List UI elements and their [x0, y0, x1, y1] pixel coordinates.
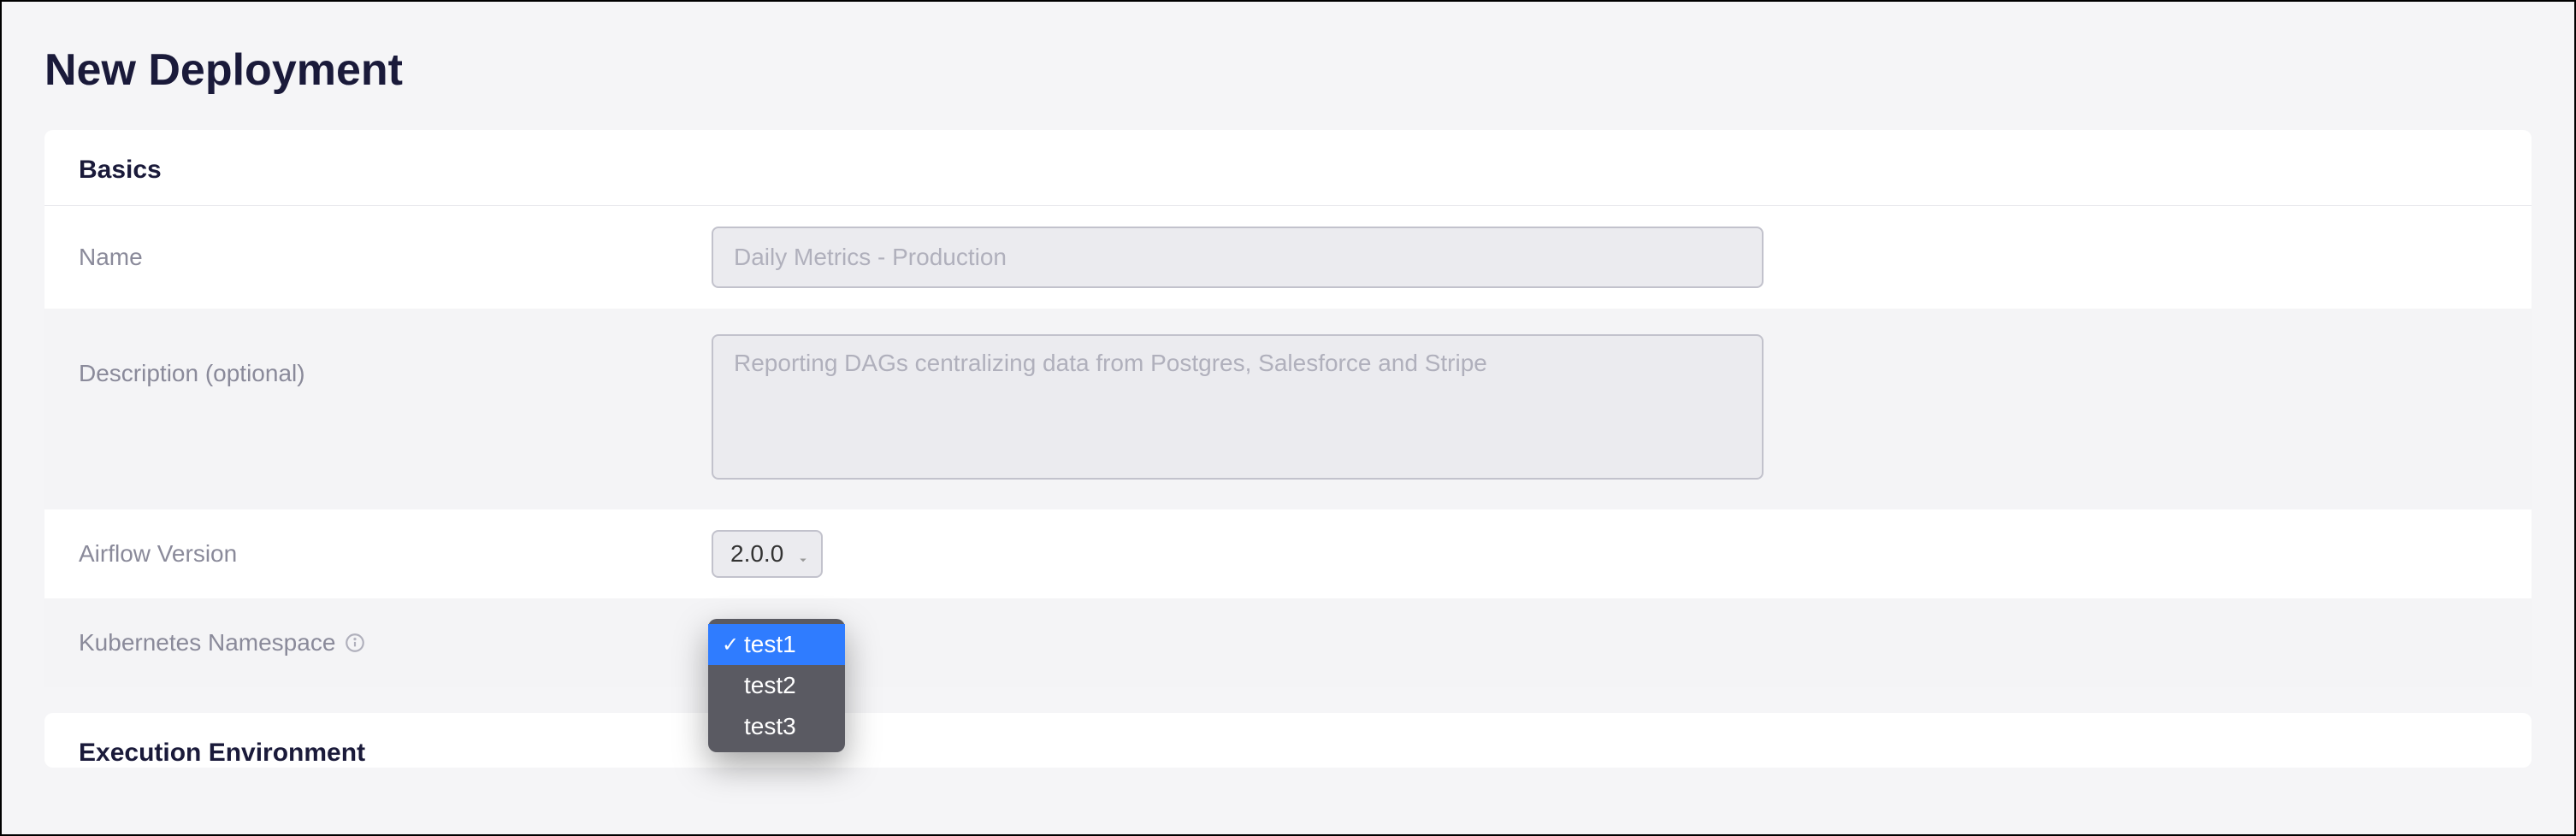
description-control [712, 334, 1764, 484]
namespace-option-test1[interactable]: ✓ test1 [708, 624, 845, 665]
namespace-dropdown: ✓ test1 test2 test3 [708, 619, 845, 752]
description-row: Description (optional) [44, 309, 2532, 509]
namespace-option-label: test2 [744, 672, 796, 699]
page-title: New Deployment [44, 44, 2532, 96]
name-label: Name [79, 244, 712, 271]
airflow-version-value: 2.0.0 [730, 540, 783, 568]
basics-card: Basics Name Description (optional) Airfl… [44, 130, 2532, 687]
description-label: Description (optional) [79, 334, 712, 387]
kubernetes-namespace-label-text: Kubernetes Namespace [79, 629, 335, 656]
basics-heading: Basics [44, 130, 2532, 206]
kubernetes-namespace-control: test1 ✓ test1 test2 [712, 619, 827, 667]
name-input[interactable] [712, 227, 1764, 288]
namespace-option-test2[interactable]: test2 [708, 665, 845, 706]
description-input[interactable] [712, 334, 1764, 480]
chevron-down-icon [795, 546, 811, 562]
namespace-option-label: test1 [744, 631, 796, 658]
namespace-option-label: test3 [744, 713, 796, 740]
execution-environment-heading: Execution Environment [79, 739, 2497, 768]
name-control [712, 227, 1764, 288]
namespace-option-test3[interactable]: test3 [708, 706, 845, 747]
airflow-version-control: 2.0.0 [712, 530, 823, 578]
airflow-version-select[interactable]: 2.0.0 [712, 530, 823, 578]
kubernetes-namespace-label: Kubernetes Namespace [79, 629, 712, 656]
page-container: New Deployment Basics Name Description (… [2, 2, 2574, 768]
kubernetes-namespace-row: Kubernetes Namespace test1 [44, 598, 2532, 687]
check-icon: ✓ [720, 633, 741, 657]
name-row: Name [44, 206, 2532, 309]
info-icon[interactable] [344, 632, 366, 654]
airflow-version-label: Airflow Version [79, 540, 712, 568]
execution-environment-card: Execution Environment [44, 713, 2532, 768]
airflow-version-row: Airflow Version 2.0.0 [44, 509, 2532, 598]
